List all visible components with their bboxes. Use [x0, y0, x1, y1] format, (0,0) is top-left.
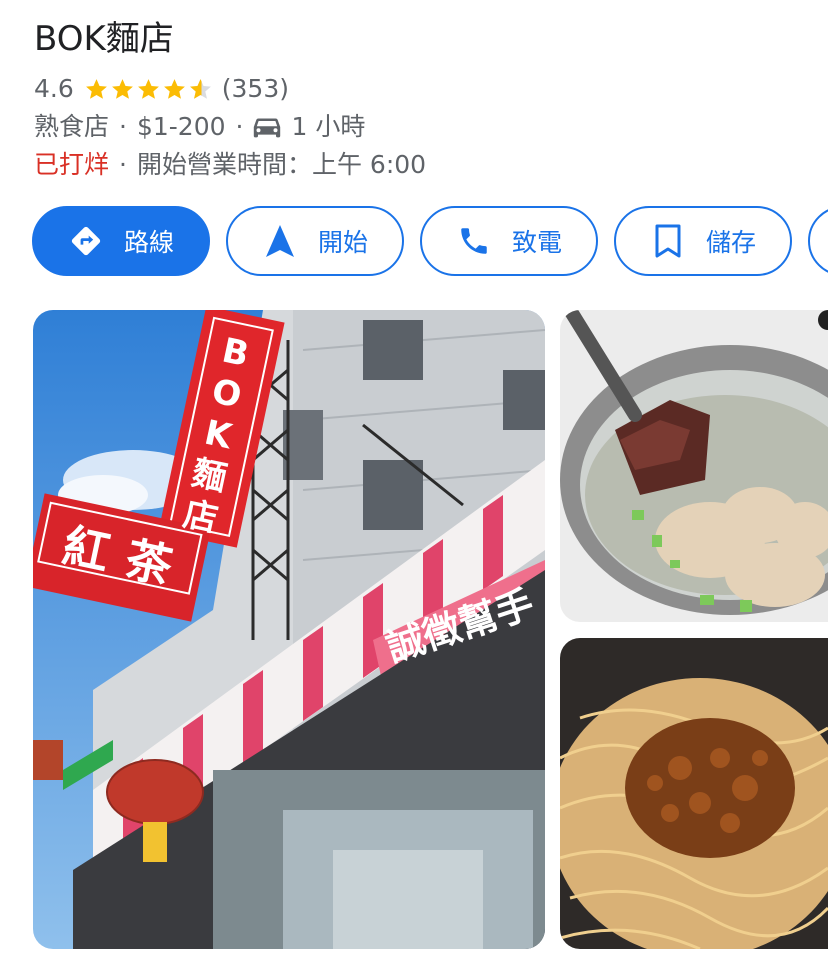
category-row: 熟食店 · $1-200 · 1 小時 [34, 110, 365, 144]
review-count[interactable]: (353) [222, 72, 289, 106]
save-button[interactable]: 儲存 [614, 206, 792, 276]
separator-dot: · [235, 112, 244, 141]
start-button[interactable]: 開始 [226, 206, 404, 276]
call-label: 致電 [511, 228, 562, 257]
noodle-photo[interactable] [560, 638, 828, 949]
category-label: 熟食店 [34, 112, 110, 141]
open-status: 已打烊 [34, 150, 110, 179]
more-action-button[interactable] [808, 206, 828, 276]
star-icon [163, 78, 185, 99]
rating-row[interactable]: 4.6 (353) [34, 72, 289, 106]
directions-button[interactable]: 路線 [32, 206, 210, 276]
star-icon [137, 78, 159, 99]
save-label: 儲存 [705, 228, 756, 257]
rating-stars [84, 77, 214, 102]
opening-time: 開始營業時間：上午 6:00 [136, 150, 427, 179]
star-icon [111, 78, 133, 99]
hours-row[interactable]: 已打烊 · 開始營業時間：上午 6:00 [34, 148, 426, 182]
place-title: BOK麵店 [34, 19, 174, 59]
phone-icon [456, 223, 492, 259]
star-icon [85, 78, 107, 99]
navigation-arrow-icon [262, 223, 298, 259]
bookmark-icon [650, 223, 686, 259]
price-range: $1-200 [136, 112, 226, 141]
drive-time: 1 小時 [291, 112, 366, 141]
directions-label: 路線 [123, 228, 174, 257]
storefront-photo[interactable]: BOK麵店 紅茶 誠徵幫手 [33, 310, 545, 949]
separator-dot: · [119, 112, 127, 141]
action-buttons: 路線 開始 致電 儲存 [32, 206, 828, 278]
soup-photo[interactable] [560, 310, 828, 622]
directions-icon [68, 223, 104, 259]
separator-dot: · [119, 150, 127, 179]
call-button[interactable]: 致電 [420, 206, 598, 276]
rating-value: 4.6 [34, 74, 74, 103]
star-half-icon [189, 78, 211, 99]
start-label: 開始 [317, 228, 368, 257]
car-icon [254, 118, 281, 138]
